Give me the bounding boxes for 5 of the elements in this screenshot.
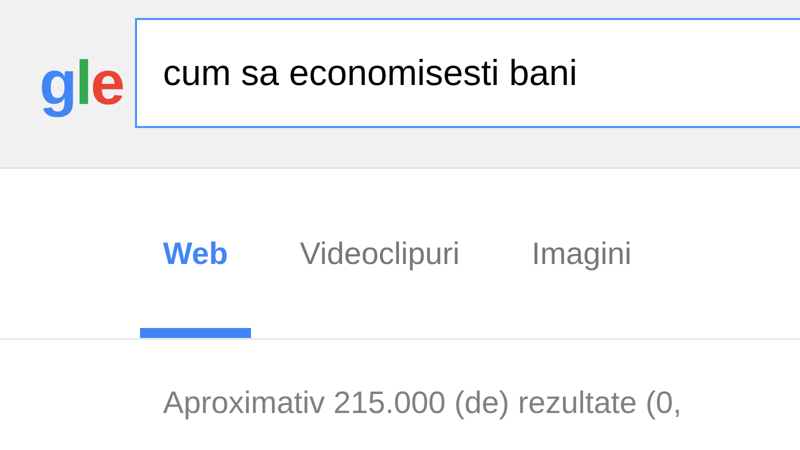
- result-stats: Aproximativ 215.000 (de) rezultate (0,: [163, 385, 682, 420]
- search-field[interactable]: cum sa economisesti bani: [135, 18, 800, 128]
- tab[interactable]: Web: [140, 169, 251, 338]
- tab[interactable]: Videoclipuri: [276, 169, 483, 338]
- tab[interactable]: Imagini: [508, 169, 655, 338]
